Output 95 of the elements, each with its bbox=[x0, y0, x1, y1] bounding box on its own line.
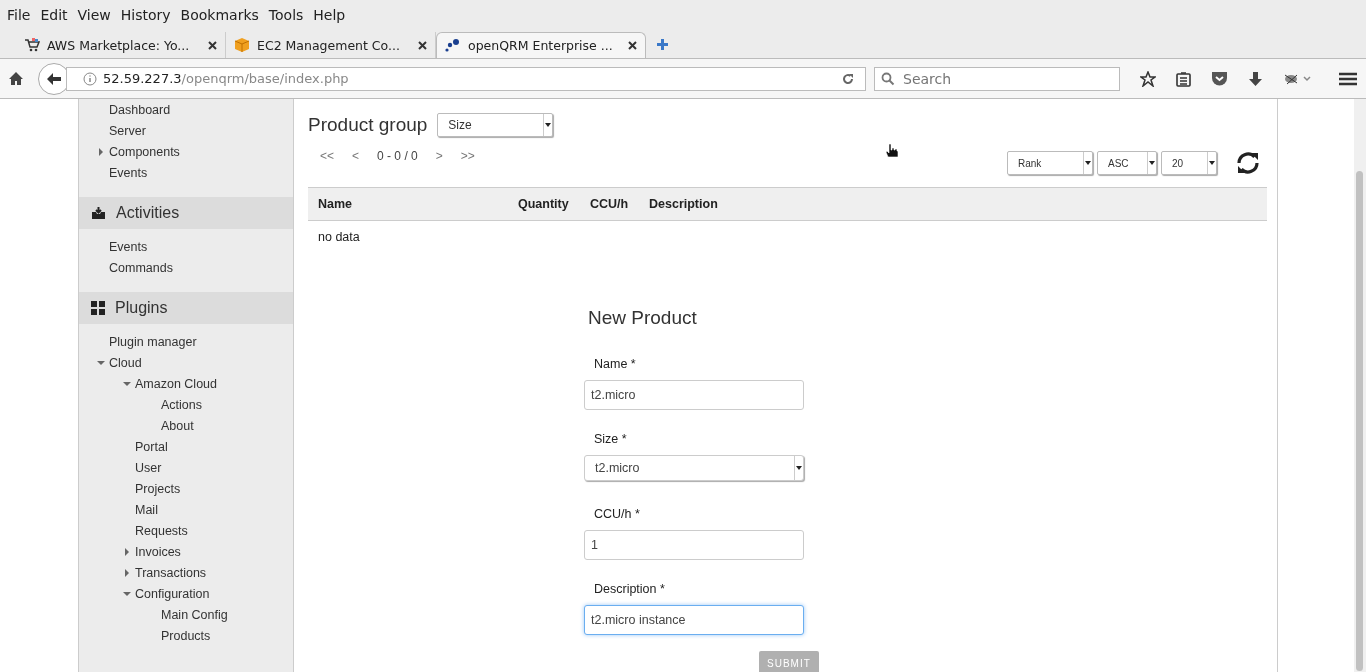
cart-icon bbox=[24, 38, 40, 52]
input-field[interactable]: 1 bbox=[584, 530, 804, 560]
sidebar-item[interactable]: Events bbox=[109, 239, 148, 254]
refresh-icon[interactable] bbox=[1235, 150, 1261, 176]
reload-icon[interactable] bbox=[841, 71, 855, 86]
hand-cursor-icon bbox=[885, 143, 899, 159]
select-field[interactable]: t2.micro bbox=[584, 455, 804, 481]
section-header[interactable]: Activities bbox=[79, 197, 293, 229]
browser-tab[interactable]: EC2 Management Co... bbox=[226, 32, 436, 58]
sort-field-dropdown[interactable]: Rank bbox=[1007, 151, 1093, 175]
sidebar-item[interactable]: Server bbox=[109, 123, 146, 138]
page-size-dropdown[interactable]: 20 bbox=[1161, 151, 1217, 175]
clipboard-icon[interactable] bbox=[1176, 70, 1191, 87]
sidebar-item[interactable]: Configuration bbox=[135, 586, 210, 601]
last-page-link[interactable]: >> bbox=[460, 149, 475, 163]
input-field[interactable]: t2.micro instance bbox=[584, 605, 804, 635]
sidebar-item[interactable]: Projects bbox=[135, 481, 181, 496]
sidebar-item[interactable]: Portal bbox=[135, 439, 168, 454]
cube-icon bbox=[234, 37, 250, 53]
browser-tab[interactable]: AWS Marketplace: Yo... bbox=[16, 32, 226, 58]
sidebar-item[interactable]: About bbox=[161, 418, 194, 433]
sidebar-item[interactable]: Commands bbox=[109, 260, 173, 275]
home-icon[interactable] bbox=[8, 71, 24, 86]
column-header: Quantity bbox=[517, 197, 570, 211]
search-icon bbox=[881, 71, 895, 86]
field-label: Name * bbox=[594, 357, 637, 372]
page-range: 0 - 0 / 0 bbox=[377, 149, 418, 163]
caret-icon bbox=[545, 123, 552, 127]
sidebar-item[interactable]: Cloud bbox=[109, 355, 142, 370]
sidebar-item[interactable]: Amazon Cloud bbox=[135, 376, 217, 391]
first-page-link[interactable]: << bbox=[320, 149, 334, 163]
expanded-arrow-icon[interactable] bbox=[123, 379, 131, 388]
download-icon[interactable] bbox=[1248, 70, 1263, 87]
close-icon[interactable] bbox=[418, 40, 427, 50]
sidebar-item[interactable]: Transactions bbox=[135, 565, 207, 580]
new-tab-icon[interactable] bbox=[656, 38, 669, 51]
close-icon[interactable] bbox=[628, 41, 637, 50]
expanded-arrow-icon[interactable] bbox=[97, 358, 105, 367]
input-field[interactable]: t2.micro bbox=[584, 380, 804, 410]
empty-table-message: no data bbox=[317, 229, 361, 246]
section-header[interactable]: Plugins bbox=[79, 292, 293, 324]
inbox-icon bbox=[91, 206, 106, 220]
dots-icon bbox=[445, 38, 461, 53]
caret-icon bbox=[1209, 161, 1215, 165]
sidebar-item[interactable]: Requests bbox=[135, 523, 188, 538]
column-header: Name bbox=[317, 197, 354, 211]
sidebar-item[interactable]: Products bbox=[161, 628, 211, 643]
sidebar-item[interactable]: Invoices bbox=[135, 544, 181, 559]
browser-tab[interactable]: openQRM Enterprise ... bbox=[436, 32, 646, 58]
caret-icon bbox=[1149, 161, 1155, 165]
menu-item[interactable]: Bookmarks bbox=[175, 7, 264, 23]
menu-item[interactable]: File bbox=[2, 7, 36, 23]
menu-icon[interactable] bbox=[1339, 71, 1357, 86]
menu-item[interactable]: Edit bbox=[35, 7, 73, 23]
product-group-label: Product group bbox=[308, 114, 428, 136]
menu-item[interactable]: View bbox=[72, 7, 116, 23]
column-header: CCU/h bbox=[589, 197, 630, 211]
field-label: Size * bbox=[594, 432, 628, 447]
field-label: CCU/h * bbox=[594, 507, 641, 522]
product-group-dropdown[interactable]: Size bbox=[437, 113, 554, 137]
collapsed-arrow-icon[interactable] bbox=[97, 147, 105, 156]
column-header: Description bbox=[648, 197, 719, 211]
sidebar-item[interactable]: Mail bbox=[135, 502, 158, 517]
expanded-arrow-icon[interactable] bbox=[123, 589, 131, 598]
collapsed-arrow-icon[interactable] bbox=[123, 568, 131, 577]
collapsed-arrow-icon[interactable] bbox=[123, 547, 131, 556]
sidebar-item[interactable]: Components bbox=[109, 144, 180, 159]
section-title: Plugins bbox=[115, 299, 168, 317]
caret-icon bbox=[1085, 161, 1091, 165]
sidebar-item[interactable]: Events bbox=[109, 165, 148, 180]
caret-icon bbox=[796, 466, 802, 470]
sidebar-item[interactable]: Main Config bbox=[161, 607, 228, 622]
previous-page-link[interactable]: < bbox=[352, 149, 360, 163]
sidebar-item[interactable]: User bbox=[135, 460, 162, 475]
search-input[interactable]: Search bbox=[901, 69, 1105, 88]
sidebar-item[interactable]: Dashboard bbox=[109, 102, 171, 117]
back-arrow-icon bbox=[46, 71, 62, 86]
menu-item[interactable]: Help bbox=[308, 7, 351, 23]
grid-icon bbox=[91, 301, 105, 315]
address-bar[interactable]: 52.59.227.3/openqrm/base/index.php bbox=[66, 66, 866, 91]
menu-item[interactable]: Tools bbox=[263, 7, 309, 23]
star-icon[interactable] bbox=[1140, 70, 1156, 87]
form-title: New Product bbox=[588, 307, 698, 329]
pocket-icon[interactable] bbox=[1211, 71, 1228, 86]
search-field[interactable]: Search bbox=[874, 66, 1120, 91]
scrollbar-thumb[interactable] bbox=[1356, 171, 1363, 671]
next-page-link[interactable]: > bbox=[435, 149, 443, 163]
sort-order-dropdown[interactable]: ASC bbox=[1097, 151, 1157, 175]
section-title: Activities bbox=[116, 204, 180, 222]
field-label: Description * bbox=[594, 582, 666, 597]
sidebar-item[interactable]: Actions bbox=[161, 397, 202, 412]
sidebar-item[interactable]: Plugin manager bbox=[109, 334, 197, 349]
close-icon[interactable] bbox=[208, 40, 217, 50]
info-icon[interactable] bbox=[83, 71, 97, 86]
menu-item[interactable]: History bbox=[115, 7, 176, 23]
